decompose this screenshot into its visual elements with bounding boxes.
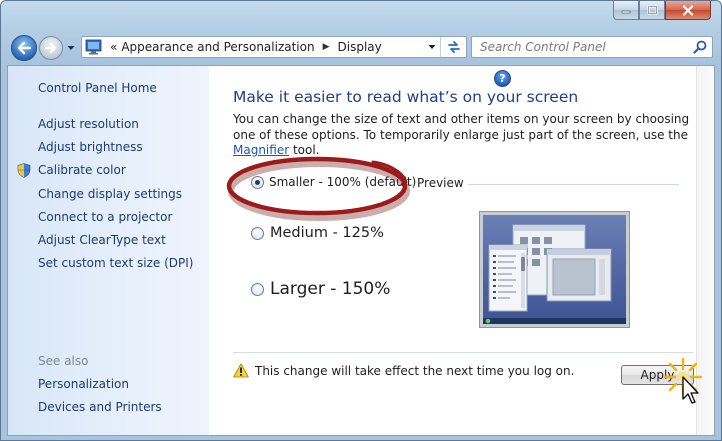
minimize-button[interactable] [613,1,639,20]
option-medium-label[interactable]: Medium - 125% [270,225,384,241]
option-larger[interactable]: Larger - 150% [251,279,390,299]
warning-message: This change will take effect the next ti… [255,364,575,378]
radio-medium[interactable] [251,226,264,240]
refresh-button[interactable] [440,37,466,57]
chevron-down-icon [67,46,75,50]
sidebar-item-devices-printers[interactable]: Devices and Printers [38,400,162,414]
option-smaller-label[interactable]: Smaller - 100% (default) [269,175,416,189]
breadcrumb-overflow[interactable]: « [110,40,117,54]
search-icon[interactable] [693,40,707,54]
option-medium[interactable]: Medium - 125% [251,225,384,241]
arrow-right-icon [44,42,57,54]
maximize-icon [647,5,657,15]
control-panel-icon [84,37,104,57]
description-text-end: tool. [289,143,320,157]
sidebar-control-panel-home[interactable]: Control Panel Home [38,81,157,95]
sidebar-item-adjust-cleartype[interactable]: Adjust ClearType text [38,233,166,247]
maximize-button[interactable] [639,1,665,20]
sidebar-item-adjust-resolution[interactable]: Adjust resolution [38,117,139,131]
main-panel: Make it easier to read what’s on your sc… [209,66,696,435]
divider [233,352,693,353]
warning-icon [233,363,249,378]
preview-label: Preview [413,176,468,190]
preview-desktop-image [483,215,626,324]
sidebar-item-personalization[interactable]: Personalization [38,377,129,391]
refresh-icon [447,41,460,53]
back-button[interactable] [11,35,37,61]
address-dropdown[interactable] [424,37,440,57]
radio-larger[interactable] [251,282,264,296]
option-larger-label[interactable]: Larger - 150% [270,279,390,299]
minimize-icon [621,10,631,14]
shield-icon [17,163,31,178]
forward-button[interactable] [39,36,63,60]
breadcrumb-appearance[interactable]: Appearance and Personalization [121,40,314,54]
radio-smaller[interactable] [251,175,264,189]
preview-windows-illustration [483,224,626,324]
breadcrumb-display[interactable]: Display [338,40,382,54]
see-also-heading: See also [38,354,89,368]
sidebar-item-adjust-brightness[interactable]: Adjust brightness [38,140,143,154]
sidebar-item-calibrate-color[interactable]: Calibrate color [38,163,126,177]
vertical-scrollbar[interactable] [696,66,714,435]
control-panel-window: « Appearance and Personalization ▶ Displ… [0,0,722,441]
option-smaller[interactable]: Smaller - 100% (default) [251,175,416,189]
sidebar-item-custom-text-size[interactable]: Set custom text size (DPI) [38,256,193,270]
apply-button[interactable]: Apply [621,365,694,385]
arrow-left-icon [17,41,32,55]
address-bar[interactable]: « Appearance and Personalization ▶ Displ… [81,36,467,58]
search-input[interactable] [472,37,682,57]
sidebar: Control Panel Home Adjust resolution Adj… [8,66,209,435]
radio-selected-dot [255,179,260,185]
preview-thumbnail [479,211,630,328]
page-description: You can change the size of text and othe… [233,112,703,159]
sidebar-item-connect-projector[interactable]: Connect to a projector [38,210,172,224]
recent-pages-dropdown[interactable] [65,41,77,55]
description-text: You can change the size of text and othe… [233,112,690,142]
sidebar-item-change-display-settings[interactable]: Change display settings [38,187,182,201]
magnifier-link[interactable]: Magnifier [233,143,289,157]
close-icon [682,4,694,16]
help-button[interactable]: ? [494,70,511,87]
page-title: Make it easier to read what’s on your sc… [233,88,579,106]
close-button[interactable] [665,1,711,20]
search-box[interactable] [471,36,713,58]
content-frame: Control Panel Home Adjust resolution Adj… [7,65,715,436]
chevron-down-icon [428,45,436,49]
breadcrumb-separator-icon[interactable]: ▶ [323,42,330,52]
